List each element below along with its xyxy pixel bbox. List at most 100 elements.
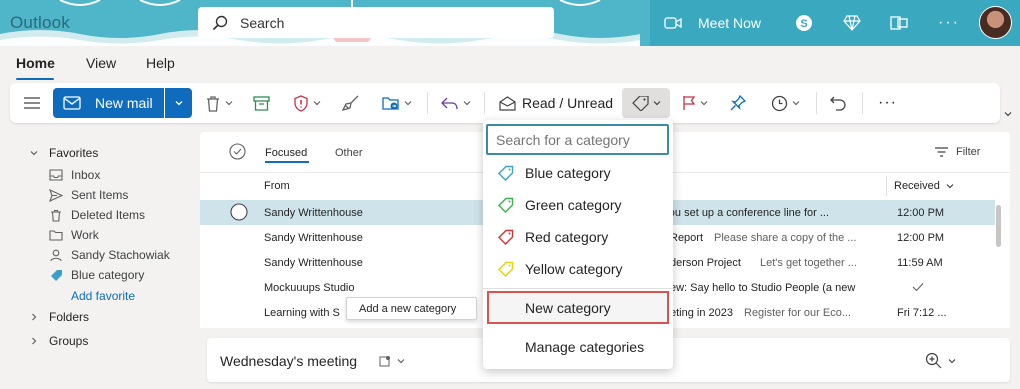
- trash-icon: [51, 209, 61, 222]
- add-favorite-link[interactable]: Add favorite: [71, 286, 135, 306]
- tag-icon: [50, 269, 62, 281]
- category-item-blue[interactable]: Blue category: [483, 157, 673, 189]
- focused-underline: [265, 161, 309, 163]
- row-select-checkbox[interactable]: [230, 203, 248, 221]
- tag-icon: [498, 229, 514, 245]
- new-mail-dropdown[interactable]: [165, 88, 192, 118]
- tab-view[interactable]: View: [86, 55, 116, 71]
- office-apps-icon[interactable]: [890, 0, 908, 46]
- chevron-down-icon: [948, 358, 956, 363]
- filter-button[interactable]: Filter: [935, 146, 980, 158]
- sweep-button[interactable]: [342, 83, 360, 123]
- row-time: Fri 7:12 ...: [897, 306, 947, 319]
- chevron-down-icon: [792, 101, 800, 106]
- list-scrollbar-thumb[interactable]: [996, 205, 1001, 247]
- reply-icon: [441, 97, 458, 110]
- flag-icon: [683, 96, 696, 110]
- flag-button[interactable]: [682, 83, 708, 123]
- envelope-open-icon: [499, 95, 516, 111]
- row-time: 11:59 AM: [897, 256, 943, 269]
- search-box[interactable]: Search: [198, 7, 554, 38]
- chevron-down-icon: [653, 101, 660, 106]
- category-search-input[interactable]: [486, 124, 669, 155]
- new-category-item[interactable]: New category: [487, 291, 669, 324]
- category-dropdown: Blue category Green category Red categor…: [483, 120, 673, 369]
- pin-button[interactable]: [730, 83, 746, 123]
- tab-other[interactable]: Other: [335, 147, 363, 159]
- label-icon: [379, 356, 390, 367]
- row-preview: Register for our Eco...: [744, 306, 851, 319]
- sidebar-item-sandy[interactable]: Sandy Stachowiak: [49, 245, 170, 265]
- clock-icon: [771, 95, 788, 111]
- row-sender: Mockuuups Studio: [264, 281, 355, 294]
- favorites-header[interactable]: Favorites: [30, 143, 98, 163]
- video-icon[interactable]: [664, 0, 682, 46]
- check-icon: [912, 283, 924, 292]
- menu-tabs: Home View Help: [0, 46, 1020, 82]
- categorize-button[interactable]: [622, 88, 670, 118]
- folder-pane: Favorites Inbox Sent Items Deleted Items…: [0, 124, 196, 389]
- diamond-icon[interactable]: [843, 0, 861, 46]
- chevron-down-icon: [313, 101, 321, 106]
- column-received[interactable]: Received: [894, 180, 954, 192]
- avatar[interactable]: [979, 6, 1012, 39]
- chevron-down-icon: [404, 101, 412, 106]
- tag-icon: [498, 165, 514, 181]
- delete-button[interactable]: [205, 83, 233, 123]
- more-options-icon[interactable]: ···: [938, 0, 960, 46]
- ribbon-expand-icon[interactable]: [1004, 110, 1012, 118]
- chevron-right-icon: [32, 337, 37, 345]
- select-all-checkbox[interactable]: [229, 143, 246, 160]
- ribbon-divider: [862, 92, 863, 114]
- row-preview: Let's get together ...: [760, 256, 857, 269]
- message-label-button[interactable]: [379, 355, 405, 367]
- snooze-button[interactable]: [771, 83, 800, 123]
- hamburger-icon[interactable]: [24, 83, 40, 123]
- app-title[interactable]: Outlook: [10, 13, 70, 33]
- tab-focused[interactable]: Focused: [265, 147, 307, 159]
- undo-icon: [830, 96, 846, 111]
- filter-icon: [935, 147, 948, 157]
- read-unread-button[interactable]: Read / Unread: [499, 83, 613, 123]
- row-preview: an you set up a conference line for ...: [648, 206, 830, 219]
- sidebar-item-blue-category[interactable]: Blue category: [49, 265, 144, 285]
- meet-now-button[interactable]: Meet Now: [698, 0, 761, 46]
- tooltip: Add a new category: [346, 297, 477, 320]
- row-subject: eting in 2023: [670, 306, 733, 319]
- sidebar-item-inbox[interactable]: Inbox: [49, 165, 100, 185]
- row-sender: Sandy Writtenhouse: [264, 206, 363, 219]
- more-actions-icon[interactable]: ···: [878, 83, 897, 123]
- category-item-green[interactable]: Green category: [483, 189, 673, 221]
- folder-move-icon: [382, 97, 399, 110]
- sidebar-item-sent[interactable]: Sent Items: [49, 185, 128, 205]
- skype-icon[interactable]: S: [795, 0, 813, 46]
- archive-button[interactable]: [253, 83, 270, 123]
- sidebar-item-work[interactable]: Work: [49, 225, 99, 245]
- tag-icon: [498, 197, 514, 213]
- search-icon: [212, 15, 228, 30]
- column-divider: [886, 176, 887, 196]
- row-subject: Report: [670, 231, 704, 244]
- sidebar-item-deleted[interactable]: Deleted Items: [49, 205, 145, 225]
- groups-header[interactable]: Groups: [30, 331, 88, 351]
- category-item-yellow[interactable]: Yellow category: [483, 253, 673, 285]
- row-preview: Please share a copy of the ...: [714, 231, 857, 244]
- folders-header[interactable]: Folders: [30, 307, 89, 327]
- new-mail-button[interactable]: New mail: [53, 88, 164, 118]
- move-to-button[interactable]: [382, 83, 412, 123]
- tab-help[interactable]: Help: [146, 55, 175, 71]
- column-from[interactable]: From: [264, 180, 290, 192]
- trash-icon: [207, 95, 219, 112]
- archive-icon: [253, 95, 270, 111]
- send-icon: [49, 188, 63, 202]
- reply-button[interactable]: [441, 83, 471, 123]
- category-item-red[interactable]: Red category: [483, 221, 673, 253]
- zoom-button[interactable]: [925, 352, 956, 369]
- tab-home[interactable]: Home: [16, 55, 55, 71]
- chevron-down-icon: [225, 101, 233, 106]
- report-button[interactable]: [293, 83, 321, 123]
- read-unread-label: Read / Unread: [522, 95, 614, 111]
- row-sender: Sandy Writtenhouse: [264, 256, 363, 269]
- undo-button[interactable]: [830, 83, 846, 123]
- manage-categories-item[interactable]: Manage categories: [483, 331, 673, 363]
